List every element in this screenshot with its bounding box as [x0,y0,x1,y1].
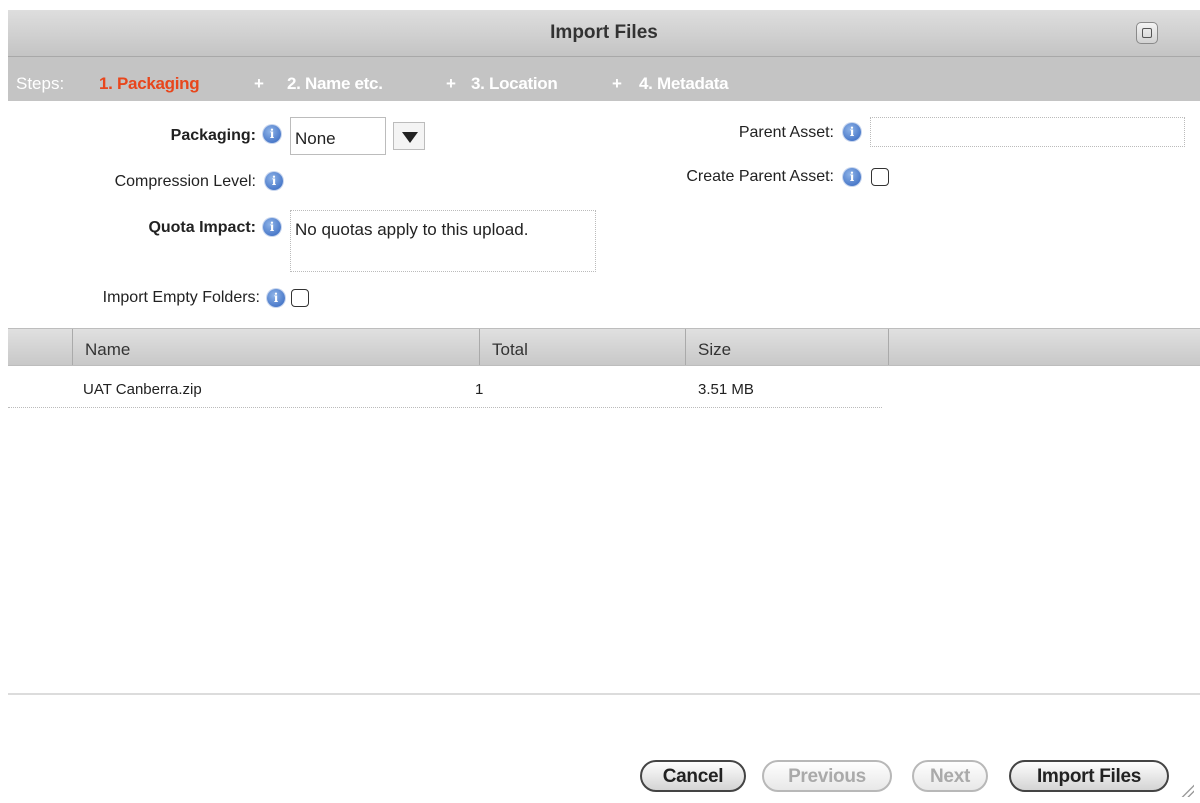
parent-asset-label: Parent Asset: [738,124,834,141]
import-empty-folders-checkbox[interactable] [291,289,309,307]
step-metadata[interactable]: 4. Metadata [639,74,729,94]
column-header-size[interactable]: Size [686,329,889,365]
dialog-title: Import Files [550,22,658,43]
previous-button[interactable]: Previous [762,760,892,792]
step-name[interactable]: 2. Name etc. [287,74,383,94]
next-button[interactable]: Next [912,760,988,792]
packaging-dropdown-button[interactable] [393,122,425,150]
row-name: UAT Canberra.zip [83,381,202,398]
table-row[interactable]: UAT Canberra.zip 1 3.51 MB [8,368,882,408]
info-icon[interactable]: i [267,289,285,307]
step-separator: + [446,74,456,93]
resize-handle-icon[interactable] [1180,783,1194,797]
quota-impact-value: No quotas apply to this upload. [290,210,596,272]
maximize-icon [1142,28,1152,38]
info-icon[interactable]: i [263,218,281,236]
column-header-name[interactable]: Name [73,329,480,365]
dialog-titlebar[interactable]: Import Files [8,10,1200,57]
create-parent-asset-label: Create Parent Asset: [686,168,834,185]
step-separator: + [254,74,264,93]
steps-label: Steps: [16,74,65,93]
info-icon[interactable]: i [843,168,861,186]
step-packaging[interactable]: 1. Packaging [99,74,200,94]
packaging-label: Packaging: [170,127,256,144]
row-size: 3.51 MB [698,381,754,398]
compression-level-label: Compression Level: [114,173,256,190]
step-separator: + [612,74,622,93]
step-location[interactable]: 3. Location [471,74,558,94]
parent-asset-input[interactable] [870,117,1185,147]
quota-impact-label: Quota Impact: [148,219,256,236]
column-header-total[interactable]: Total [480,329,686,365]
grid-header-spacer [8,329,73,365]
import-empty-folders-label: Import Empty Folders: [102,289,260,306]
info-icon[interactable]: i [263,125,281,143]
steps-bar: Steps: 1. Packaging + 2. Name etc. + 3. … [8,57,1200,101]
import-files-button[interactable]: Import Files [1009,760,1169,792]
chevron-down-icon [402,132,418,143]
cancel-button[interactable]: Cancel [640,760,746,792]
packaging-select[interactable]: None [290,117,386,155]
info-icon[interactable]: i [843,123,861,141]
footer-divider [8,693,1200,695]
row-total: 1 [475,381,484,398]
info-icon[interactable]: i [265,172,283,190]
create-parent-asset-checkbox[interactable] [871,168,889,186]
maximize-button[interactable] [1136,22,1158,44]
file-grid-header: Name Total Size [8,328,1200,366]
